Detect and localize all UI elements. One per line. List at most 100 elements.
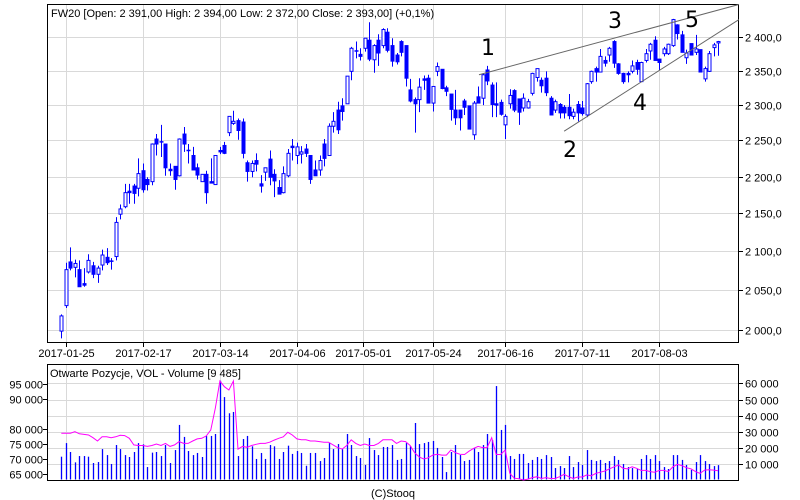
candle-body [549, 97, 554, 116]
candle-body [675, 24, 680, 35]
candle-down [467, 105, 472, 130]
candle-up [607, 46, 612, 62]
candle-up [526, 98, 531, 109]
candle-down [163, 143, 168, 176]
wave-label-4: 4 [633, 91, 647, 116]
date-axis: 2017-01-25 2017-02-17 2017-03-14 2017-04-06… [38, 343, 688, 360]
candle-body [118, 208, 123, 215]
candle-up [589, 70, 594, 84]
candle-body [422, 78, 427, 81]
candle-body [123, 192, 128, 208]
candle-body [367, 39, 372, 60]
candle-up [707, 50, 712, 73]
wave-label-1: 1 [481, 36, 495, 61]
candle-down [494, 82, 499, 118]
open-interest-series [61, 379, 719, 481]
candle-up [150, 143, 155, 186]
price-tick-label: 2 050,0 [745, 286, 782, 298]
candle-up [177, 138, 182, 177]
candle-body [200, 173, 205, 183]
price-tick-label: 2 250,0 [745, 136, 782, 148]
candle-body [431, 85, 436, 104]
candle-up [381, 28, 386, 49]
volume-tick-label: 30 000 [745, 428, 779, 440]
candle-body [331, 120, 336, 127]
candle-body [322, 143, 327, 159]
candle-up [354, 41, 359, 59]
candle-body [657, 58, 662, 63]
volume-tick-label: 20 000 [745, 444, 779, 456]
candle-down [603, 56, 608, 67]
candle-body [145, 178, 150, 186]
candle-up [295, 142, 300, 165]
candle-up [630, 60, 635, 74]
candle-up [431, 85, 436, 112]
open-interest-tick-label: 75 000 [9, 440, 43, 452]
candle-body [318, 160, 323, 171]
candle-body [680, 34, 685, 53]
candle-up [571, 108, 576, 120]
candle-up [662, 46, 667, 57]
candle-body [485, 69, 490, 82]
candle-body [707, 53, 712, 72]
candle-body [621, 72, 626, 83]
candle-up [345, 75, 350, 105]
candle-body [417, 86, 422, 101]
candle-body [453, 109, 458, 119]
date-tick-label: 2017-01-25 [38, 348, 94, 360]
candle-body [96, 267, 101, 275]
candle-body [132, 185, 137, 194]
candle-down [449, 93, 454, 121]
candle-down [313, 160, 318, 177]
candle-body [59, 315, 64, 332]
candle-down [254, 153, 259, 172]
candle-body [490, 84, 495, 105]
candle-down [385, 28, 390, 53]
candle-down [462, 98, 467, 115]
candle-down [358, 48, 363, 61]
candle-body [150, 143, 155, 183]
candle-down [204, 170, 209, 204]
candle-up [213, 155, 218, 186]
price-tick-label: 2 100,0 [745, 247, 782, 259]
date-tick-label: 2017-05-01 [335, 348, 391, 360]
candle-body [77, 269, 82, 288]
candle-down [626, 71, 631, 83]
candle-body [653, 39, 658, 61]
candle-down [322, 139, 327, 167]
candle-down [616, 63, 621, 75]
candle-body [508, 94, 513, 105]
candle-body [458, 109, 463, 119]
candle-down [245, 160, 250, 182]
candle-down [290, 139, 295, 161]
candle-up [281, 166, 286, 194]
candle-body [340, 105, 345, 112]
date-tick-label: 2017-07-11 [555, 348, 610, 360]
candle-body [91, 265, 96, 275]
candle-down [127, 183, 132, 204]
candle-body [245, 162, 250, 172]
candle-up [64, 262, 69, 308]
date-tick-label: 2017-02-17 [115, 348, 171, 360]
candle-body [390, 45, 395, 62]
candle-body [603, 59, 608, 64]
candle-body [191, 155, 196, 171]
candle-body [204, 173, 209, 194]
volume-tick-label: 50 000 [745, 396, 779, 408]
candle-down [539, 77, 544, 93]
candle-body [100, 254, 105, 266]
candle-body [648, 43, 653, 52]
candle-body [526, 101, 531, 109]
candle-up [644, 48, 649, 63]
open-interest-line [61, 379, 719, 481]
candle-up [435, 62, 440, 77]
candle-body [345, 75, 350, 105]
candle-up [472, 101, 477, 140]
candle-body [272, 173, 277, 182]
candle-up [372, 44, 377, 73]
volume-tick-label: 60 000 [745, 379, 779, 391]
candle-down [304, 144, 309, 157]
candle-up [363, 37, 368, 52]
candle-up [109, 258, 114, 270]
candle-down [512, 89, 517, 113]
